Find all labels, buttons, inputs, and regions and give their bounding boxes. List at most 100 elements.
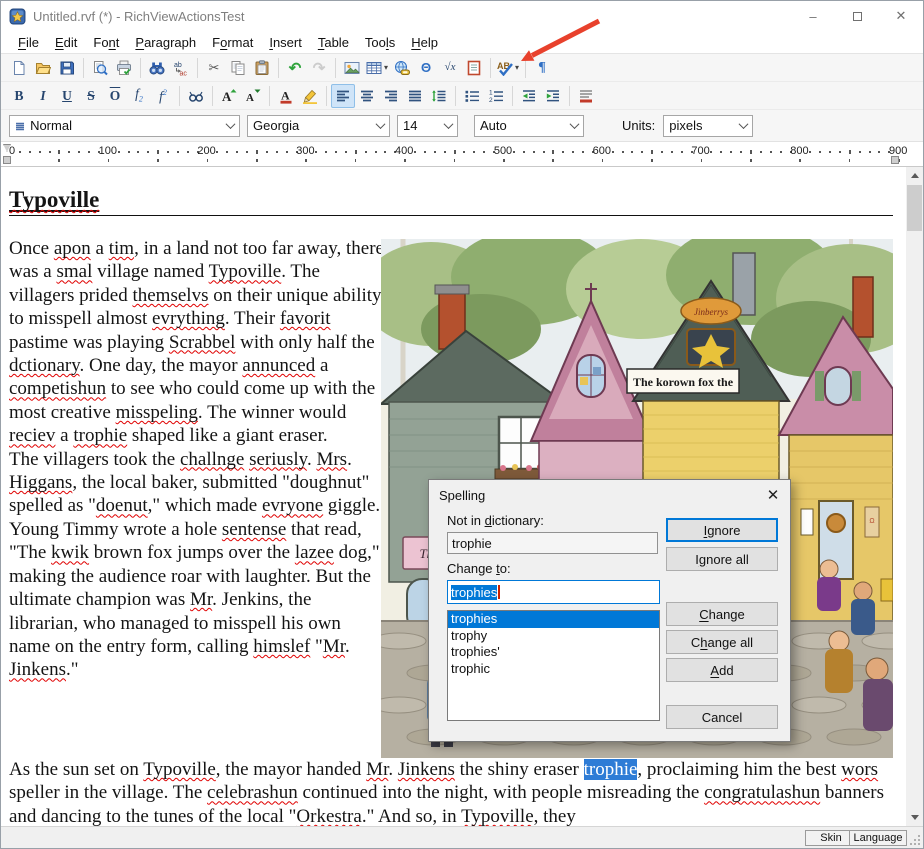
chevron-down-icon	[376, 119, 386, 129]
grow-font-button[interactable]: A	[217, 84, 241, 108]
font-name-combo[interactable]: Georgia	[247, 115, 390, 137]
menu-paragraph[interactable]: Paragraph	[127, 33, 204, 52]
scroll-down-button[interactable]	[906, 809, 923, 826]
menu-file[interactable]: File	[10, 33, 47, 52]
special-characters-icon	[188, 88, 204, 104]
save-button[interactable]	[55, 56, 79, 80]
print-button[interactable]	[112, 56, 136, 80]
add-button[interactable]: Add	[666, 658, 778, 682]
align-left-button[interactable]	[331, 84, 355, 108]
hyperlink-button[interactable]	[390, 56, 414, 80]
undo-button[interactable]: ↶	[283, 56, 307, 80]
menu-tools[interactable]: Tools	[357, 33, 403, 52]
print-preview-button[interactable]	[88, 56, 112, 80]
find-button[interactable]	[145, 56, 169, 80]
insert-picture-button[interactable]	[340, 56, 364, 80]
ignore-button[interactable]: Ignore	[666, 518, 778, 542]
insert-document-button[interactable]	[462, 56, 486, 80]
menu-insert[interactable]: Insert	[261, 33, 310, 52]
units-combo[interactable]: pixels	[663, 115, 753, 137]
misspelled-word: doenut	[96, 495, 148, 516]
scrollbar-thumb[interactable]	[907, 185, 922, 231]
insert-table-icon	[366, 60, 382, 76]
font-size-combo[interactable]: 14	[397, 115, 458, 137]
numbered-list-button[interactable]: 12	[484, 84, 508, 108]
maximize-icon	[853, 12, 862, 21]
misspelled-word: Typoville	[461, 806, 534, 826]
spell-check-button[interactable]: AB▾	[495, 56, 521, 80]
highlight-color-button[interactable]	[298, 84, 322, 108]
suggestion-item[interactable]: trophy	[448, 628, 659, 645]
menu-help[interactable]: Help	[403, 33, 446, 52]
font-color-button[interactable]: A	[274, 84, 298, 108]
ruler[interactable]: 0100200300400500600700800900	[1, 141, 923, 167]
change-button[interactable]: Change	[666, 602, 778, 626]
toolbar-main: abac ✂ ↶↷ ▾ Θ√x AB▾ ¶	[1, 53, 923, 81]
toolbar-styles: ≣ Normal Georgia 14 Auto Units: pixels	[1, 109, 923, 141]
underline-button[interactable]: U	[55, 84, 79, 108]
insert-table-button[interactable]: ▾	[364, 56, 390, 80]
paragraph-color-button[interactable]	[574, 84, 598, 108]
strikethrough-button[interactable]: S	[79, 84, 103, 108]
suggestions-list[interactable]: trophiestrophytrophies'trophic	[447, 610, 660, 721]
vertical-scrollbar[interactable]	[906, 167, 923, 826]
subscript-button[interactable]: f2	[127, 84, 151, 108]
menu-format[interactable]: Format	[204, 33, 261, 52]
copy-button[interactable]	[226, 56, 250, 80]
redo-button[interactable]: ↷	[307, 56, 331, 80]
dropdown-caret-icon: ▾	[515, 63, 519, 72]
insert-equation-button[interactable]: √x	[438, 56, 462, 80]
close-button[interactable]: ✕	[879, 1, 923, 31]
paragraph-marks-button[interactable]: ¶	[530, 56, 554, 80]
suggestion-item[interactable]: trophies'	[448, 644, 659, 661]
change-to-field[interactable]: trophies	[447, 580, 660, 604]
align-center-button[interactable]	[355, 84, 379, 108]
line-spacing-icon	[431, 88, 447, 104]
special-characters-button[interactable]	[184, 84, 208, 108]
menu-font[interactable]: Font	[85, 33, 127, 52]
replace-button[interactable]: abac	[169, 56, 193, 80]
minimize-button[interactable]: –	[791, 1, 835, 31]
zoom-combo[interactable]: Auto	[474, 115, 584, 137]
misspelled-word: himslef	[253, 636, 310, 657]
svg-text:ac: ac	[180, 70, 188, 76]
toolbar-format: BIUSOf2f2AAA12	[1, 81, 923, 109]
left-indent-marker[interactable]	[3, 156, 11, 164]
toolbar-separator	[278, 58, 279, 78]
resize-grip[interactable]	[910, 835, 920, 845]
menu-edit[interactable]: Edit	[47, 33, 85, 52]
ignore-all-button[interactable]: Ignore all	[666, 547, 778, 571]
insert-break-button[interactable]: Θ	[414, 56, 438, 80]
dialog-close-icon[interactable]: ✕	[756, 480, 790, 510]
shrink-font-button[interactable]: A	[241, 84, 265, 108]
suggestion-item[interactable]: trophies	[448, 611, 659, 628]
misspelled-word: evrything	[152, 308, 225, 329]
maximize-button[interactable]	[835, 1, 879, 31]
right-indent-marker[interactable]	[891, 156, 899, 164]
justify-button[interactable]	[403, 84, 427, 108]
cut-button[interactable]: ✂	[202, 56, 226, 80]
overline-button[interactable]: O	[103, 84, 127, 108]
ruler-label: 700	[691, 145, 709, 157]
menu-table[interactable]: Table	[310, 33, 357, 52]
paste-button[interactable]	[250, 56, 274, 80]
increase-indent-button[interactable]	[541, 84, 565, 108]
cancel-button[interactable]: Cancel	[666, 705, 778, 729]
scroll-up-button[interactable]	[906, 167, 923, 184]
misspelled-word: congratulashun	[704, 782, 820, 803]
change-all-button[interactable]: Change all	[666, 630, 778, 654]
not-in-dictionary-field[interactable]: trophie	[447, 532, 658, 554]
decrease-indent-button[interactable]	[517, 84, 541, 108]
align-right-button[interactable]	[379, 84, 403, 108]
suggestion-item[interactable]: trophic	[448, 661, 659, 678]
bold-button[interactable]: B	[7, 84, 31, 108]
line-spacing-button[interactable]	[427, 84, 451, 108]
open-file-button[interactable]	[31, 56, 55, 80]
bullet-list-button[interactable]	[460, 84, 484, 108]
paragraph-style-combo[interactable]: ≣ Normal	[9, 115, 240, 137]
italic-button[interactable]: I	[31, 84, 55, 108]
dialog-title-bar[interactable]: Spelling ✕	[429, 480, 790, 510]
superscript-button[interactable]: f2	[151, 84, 175, 108]
language-button[interactable]: Language	[849, 830, 907, 846]
new-document-button[interactable]	[7, 56, 31, 80]
